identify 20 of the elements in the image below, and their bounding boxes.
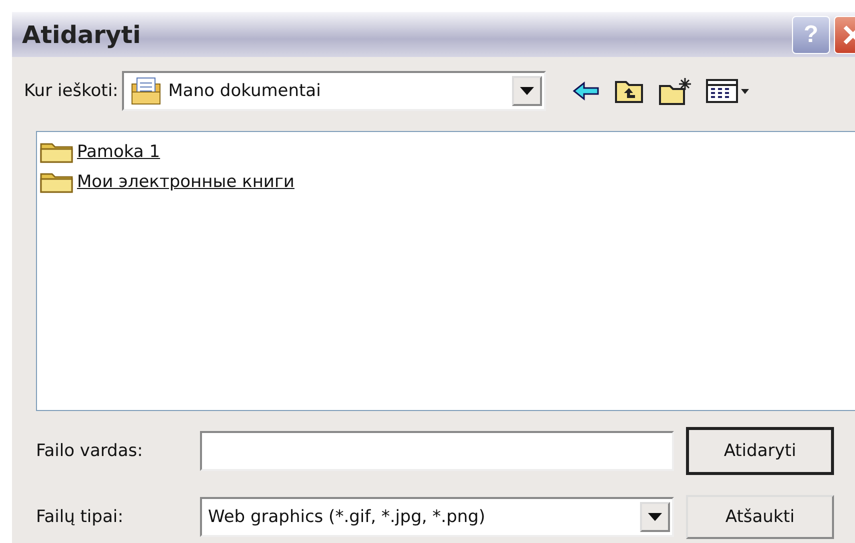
window-title: Atidaryti (22, 20, 141, 48)
documents-folder-icon (130, 76, 162, 106)
folder-item[interactable]: Мои электронные книги (77, 172, 294, 192)
look-in-label: Kur ieškoti: (24, 81, 118, 101)
view-menu-icon[interactable] (706, 78, 750, 104)
file-type-dropdown[interactable]: Web graphics (*.gif, *.jpg, *.png) (200, 497, 674, 537)
folder-up-icon[interactable] (614, 78, 644, 104)
cancel-button[interactable]: Atšaukti (686, 495, 834, 539)
folder-item[interactable]: Pamoka 1 (77, 142, 160, 162)
dropdown-button[interactable] (512, 76, 542, 106)
file-name-label: Failo vardas: (36, 441, 144, 461)
dropdown-button[interactable] (640, 502, 670, 532)
open-button[interactable]: Atidaryti (686, 427, 834, 475)
caret-icon (648, 513, 662, 521)
caret-icon (520, 87, 534, 95)
file-name-field[interactable] (200, 431, 674, 471)
look-in-dropdown[interactable]: Mano dokumentai (122, 71, 546, 111)
new-folder-icon[interactable] (658, 76, 692, 106)
file-type-label: Failų tipai: (36, 507, 124, 527)
back-arrow-icon[interactable] (572, 80, 600, 102)
